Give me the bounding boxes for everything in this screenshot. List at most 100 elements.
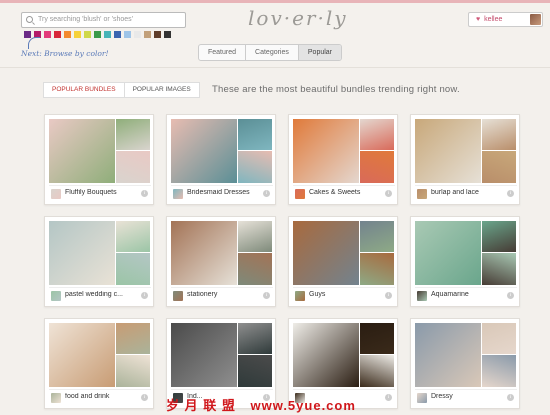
bundle-main-image[interactable] <box>293 119 359 183</box>
bundle-main-image[interactable] <box>293 323 359 387</box>
color-swatch[interactable] <box>164 31 171 38</box>
bundle-main-image[interactable] <box>293 221 359 285</box>
curator-avatar <box>51 393 61 403</box>
color-swatch[interactable] <box>144 31 151 38</box>
bundle-side-image[interactable] <box>360 323 394 354</box>
color-swatch[interactable] <box>134 31 141 38</box>
color-swatch[interactable] <box>74 31 81 38</box>
bundle-side-image[interactable] <box>238 355 272 387</box>
color-swatch[interactable] <box>84 31 91 38</box>
bundle-card[interactable]: Cakes & Sweets i <box>288 114 398 205</box>
bundle-side-image[interactable] <box>116 119 150 150</box>
browse-by-color-hint: Next: Browse by color! <box>21 49 109 58</box>
bundle-main-image[interactable] <box>415 221 481 285</box>
bundle-title[interactable]: Bridesmaid Dresses <box>187 189 261 196</box>
bundle-side-image[interactable] <box>482 221 516 252</box>
curator-avatar <box>295 291 305 301</box>
info-icon[interactable]: i <box>141 190 148 197</box>
bundle-main-image[interactable] <box>171 119 237 183</box>
color-swatch[interactable] <box>104 31 111 38</box>
bundle-main-image[interactable] <box>49 323 115 387</box>
tab-featured[interactable]: Featured <box>199 45 247 60</box>
popular-images-toggle[interactable]: POPULAR IMAGES <box>125 83 199 97</box>
color-swatch[interactable] <box>54 31 61 38</box>
user-menu[interactable]: ♥ kellee <box>468 12 543 27</box>
main-nav: Featured Categories Popular <box>198 44 343 61</box>
bundle-title[interactable]: pastel wedding c... <box>65 291 139 298</box>
bundle-main-image[interactable] <box>49 119 115 183</box>
bundle-side-image[interactable] <box>238 221 272 252</box>
bundle-title[interactable]: Aquamarine <box>431 291 505 298</box>
bundle-title[interactable]: Fluffily Bouquets <box>65 189 139 196</box>
bundle-side-image[interactable] <box>116 151 150 183</box>
bundle-main-image[interactable] <box>415 323 481 387</box>
popular-bundles-toggle[interactable]: POPULAR BUNDLES <box>44 83 125 97</box>
bundle-card[interactable]: Bridesmaid Dresses i <box>166 114 276 205</box>
bundle-card[interactable]: Dressy i <box>410 318 520 409</box>
bundle-image-toggle: POPULAR BUNDLES POPULAR IMAGES <box>43 82 200 98</box>
bundle-title[interactable]: food and drink <box>65 393 139 400</box>
info-icon[interactable]: i <box>507 190 514 197</box>
bundle-side-image[interactable] <box>238 151 272 183</box>
color-swatch[interactable] <box>64 31 71 38</box>
bundle-title[interactable]: stationery <box>187 291 261 298</box>
bundle-side-image[interactable] <box>482 355 516 387</box>
watermark-text: 岁 月 联 盟 <box>166 398 236 413</box>
bundle-main-image[interactable] <box>171 323 237 387</box>
bundle-side-image[interactable] <box>482 253 516 285</box>
info-icon[interactable]: i <box>507 292 514 299</box>
bundle-card[interactable]: pastel wedding c... i <box>44 216 154 307</box>
bundle-side-image[interactable] <box>116 253 150 285</box>
info-icon[interactable]: i <box>385 394 392 401</box>
bundle-card[interactable]: Guys i <box>288 216 398 307</box>
color-swatch[interactable] <box>44 31 51 38</box>
tab-categories[interactable]: Categories <box>246 45 299 60</box>
curator-avatar <box>173 189 183 199</box>
bundle-title[interactable]: burlap and lace <box>431 189 505 196</box>
info-icon[interactable]: i <box>507 394 514 401</box>
bundle-main-image[interactable] <box>171 221 237 285</box>
bundle-side-image[interactable] <box>482 323 516 354</box>
color-swatch[interactable] <box>94 31 101 38</box>
heart-icon: ♥ <box>476 16 481 23</box>
bundle-card[interactable]: stationery i <box>166 216 276 307</box>
bundle-card[interactable]: food and drink i <box>44 318 154 409</box>
bundle-main-image[interactable] <box>415 119 481 183</box>
site-logo[interactable]: lov·er·ly <box>248 6 346 30</box>
info-icon[interactable]: i <box>141 292 148 299</box>
bundle-side-image[interactable] <box>116 355 150 387</box>
bundle-side-image[interactable] <box>238 119 272 150</box>
bundle-side-image[interactable] <box>360 151 394 183</box>
info-icon[interactable]: i <box>141 394 148 401</box>
bundle-side-image[interactable] <box>238 323 272 354</box>
bundle-title[interactable]: Dressy <box>431 393 505 400</box>
bundle-side-image[interactable] <box>360 355 394 387</box>
info-icon[interactable]: i <box>263 190 270 197</box>
curator-avatar <box>51 189 61 199</box>
bundle-caption: Dressy i <box>415 389 517 405</box>
info-icon[interactable]: i <box>385 292 392 299</box>
bundle-card[interactable]: burlap and lace i <box>410 114 520 205</box>
bundle-title[interactable]: Cakes & Sweets <box>309 189 383 196</box>
color-swatch[interactable] <box>124 31 131 38</box>
bundle-main-image[interactable] <box>49 221 115 285</box>
color-swatch[interactable] <box>114 31 121 38</box>
curator-avatar <box>417 393 427 403</box>
info-icon[interactable]: i <box>385 190 392 197</box>
bundle-side-image[interactable] <box>482 151 516 183</box>
bundle-title[interactable]: Guys <box>309 291 383 298</box>
tab-popular[interactable]: Popular <box>298 45 342 60</box>
bundle-side-image[interactable] <box>482 119 516 150</box>
info-icon[interactable]: i <box>263 292 270 299</box>
bundle-side-image[interactable] <box>360 253 394 285</box>
bundle-card[interactable]: Fluffily Bouquets i <box>44 114 154 205</box>
bundle-side-image[interactable] <box>360 119 394 150</box>
bundle-side-image[interactable] <box>238 253 272 285</box>
color-swatch[interactable] <box>24 31 31 38</box>
bundle-card[interactable]: Aquamarine i <box>410 216 520 307</box>
bundle-side-image[interactable] <box>116 323 150 354</box>
color-swatch[interactable] <box>154 31 161 38</box>
bundle-side-image[interactable] <box>360 221 394 252</box>
bundle-side-image[interactable] <box>116 221 150 252</box>
search-input[interactable]: Try searching 'blush' or 'shoes' <box>21 12 186 28</box>
